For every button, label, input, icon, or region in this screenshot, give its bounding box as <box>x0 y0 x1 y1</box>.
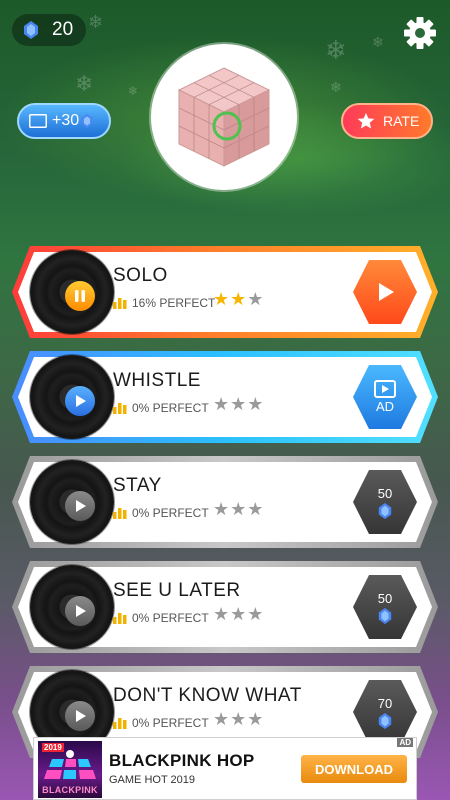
song-stats: 0% PERFECT <box>113 401 209 415</box>
star-rating: ★ ★ ★ <box>213 396 264 414</box>
song-card[interactable]: STAY 0% PERFECT ★ ★ ★ 50 <box>12 456 438 548</box>
song-title: DON'T KNOW WHAT <box>113 685 302 706</box>
play-icon <box>76 395 86 407</box>
star-empty-icon: ★ <box>230 709 247 730</box>
snowflake-decoration: ❄ <box>372 35 384 51</box>
gem-icon <box>24 21 38 39</box>
bars-icon <box>113 613 127 624</box>
song-card[interactable]: WHISTLE 0% PERFECT ★ ★ ★ AD <box>12 351 438 443</box>
star-filled-icon: ★ <box>213 289 230 310</box>
star-rating: ★ ★ ★ <box>213 711 264 729</box>
snowflake-decoration: ❄ <box>325 36 347 66</box>
play-icon <box>76 500 86 512</box>
song-card[interactable]: SEE U LATER 0% PERFECT ★ ★ ★ 50 <box>12 561 438 653</box>
unlock-price: 50 <box>377 485 393 501</box>
star-empty-icon: ★ <box>247 499 264 520</box>
star-empty-icon: ★ <box>230 604 247 625</box>
play-button[interactable] <box>65 701 95 731</box>
song-stats: 16% PERFECT <box>113 296 215 310</box>
star-empty-icon: ★ <box>213 499 230 520</box>
vinyl-disc <box>30 355 114 439</box>
song-title: STAY <box>113 475 162 496</box>
star-empty-icon: ★ <box>213 394 230 415</box>
app-icon-year: 2019 <box>42 743 64 752</box>
perfect-percentage: 16% PERFECT <box>132 296 216 310</box>
snowflake-decoration: ❄ <box>88 12 104 33</box>
gem-count: 20 <box>52 19 74 40</box>
app-icon[interactable]: 2019 BLACKPINK <box>38 741 102 798</box>
snowflake-decoration: ❄ <box>128 84 139 98</box>
rate-label: RATE <box>383 113 420 129</box>
vinyl-disc <box>30 460 114 544</box>
perfect-percentage: 0% PERFECT <box>132 506 209 520</box>
perfect-percentage: 0% PERFECT <box>132 716 209 730</box>
song-title: WHISTLE <box>113 370 201 391</box>
vinyl-disc <box>30 250 114 334</box>
ad-video-icon <box>29 114 47 128</box>
play-icon <box>76 710 86 722</box>
app-icon-text: BLACKPINK <box>42 785 98 795</box>
gear-icon[interactable] <box>403 16 437 50</box>
pause-button[interactable] <box>65 281 95 311</box>
perfect-percentage: 0% PERFECT <box>132 611 209 625</box>
star-empty-icon: ★ <box>213 604 230 625</box>
watch-ad-bonus-button[interactable]: +30 <box>17 103 111 139</box>
song-title: SEE U LATER <box>113 580 241 601</box>
gem-icon <box>378 502 392 519</box>
vinyl-disc <box>30 565 114 649</box>
play-button[interactable] <box>65 386 95 416</box>
song-card[interactable]: SOLO 16% PERFECT ★ ★ ★ <box>12 246 438 338</box>
perfect-percentage: 0% PERFECT <box>132 401 209 415</box>
gem-icon <box>81 114 93 128</box>
bars-icon <box>113 718 127 729</box>
app-subtitle: GAME HOT 2019 <box>109 774 195 786</box>
letter-cube-logo <box>177 67 271 167</box>
bars-icon <box>113 403 127 414</box>
play-icon <box>379 283 394 301</box>
star-empty-icon: ★ <box>230 394 247 415</box>
star-empty-icon: ★ <box>247 604 264 625</box>
star-empty-icon: ★ <box>247 394 264 415</box>
song-stats: 0% PERFECT <box>113 506 209 520</box>
play-button[interactable] <box>65 491 95 521</box>
unlock-price: 70 <box>377 695 393 711</box>
bonus-amount: +30 <box>52 112 80 129</box>
song-stats: 0% PERFECT <box>113 716 209 730</box>
star-empty-icon: ★ <box>230 499 247 520</box>
banner-ad[interactable]: AD 2019 BLACKPINK BLACKPINK HOP GAME HOT… <box>33 737 417 800</box>
bars-icon <box>113 508 127 519</box>
star-empty-icon: ★ <box>247 289 264 310</box>
gem-icon <box>378 712 392 729</box>
app-name: BLACKPINK HOP <box>109 751 255 770</box>
song-title: SOLO <box>113 265 168 286</box>
star-empty-icon: ★ <box>247 709 264 730</box>
download-button[interactable]: DOWNLOAD <box>301 755 407 783</box>
snowflake-decoration: ❄ <box>75 72 94 97</box>
star-empty-icon: ★ <box>213 709 230 730</box>
pause-icon <box>75 290 85 302</box>
game-logo <box>151 44 297 190</box>
bars-icon <box>113 298 127 309</box>
star-icon <box>357 112 375 129</box>
song-stats: 0% PERFECT <box>113 611 209 625</box>
snowflake-decoration: ❄ <box>330 80 342 96</box>
rate-button[interactable]: RATE <box>341 103 433 139</box>
star-filled-icon: ★ <box>230 289 247 310</box>
star-rating: ★ ★ ★ <box>213 606 264 624</box>
play-button[interactable] <box>65 596 95 626</box>
unlock-price: 50 <box>377 590 393 606</box>
ad-video-icon <box>374 380 396 398</box>
gem-icon <box>378 607 392 624</box>
ad-label: AD <box>375 399 395 414</box>
star-rating: ★ ★ ★ <box>213 291 264 309</box>
play-icon <box>76 605 86 617</box>
gem-counter: 20 <box>12 14 86 46</box>
ad-tag: AD <box>397 738 413 747</box>
star-rating: ★ ★ ★ <box>213 501 264 519</box>
